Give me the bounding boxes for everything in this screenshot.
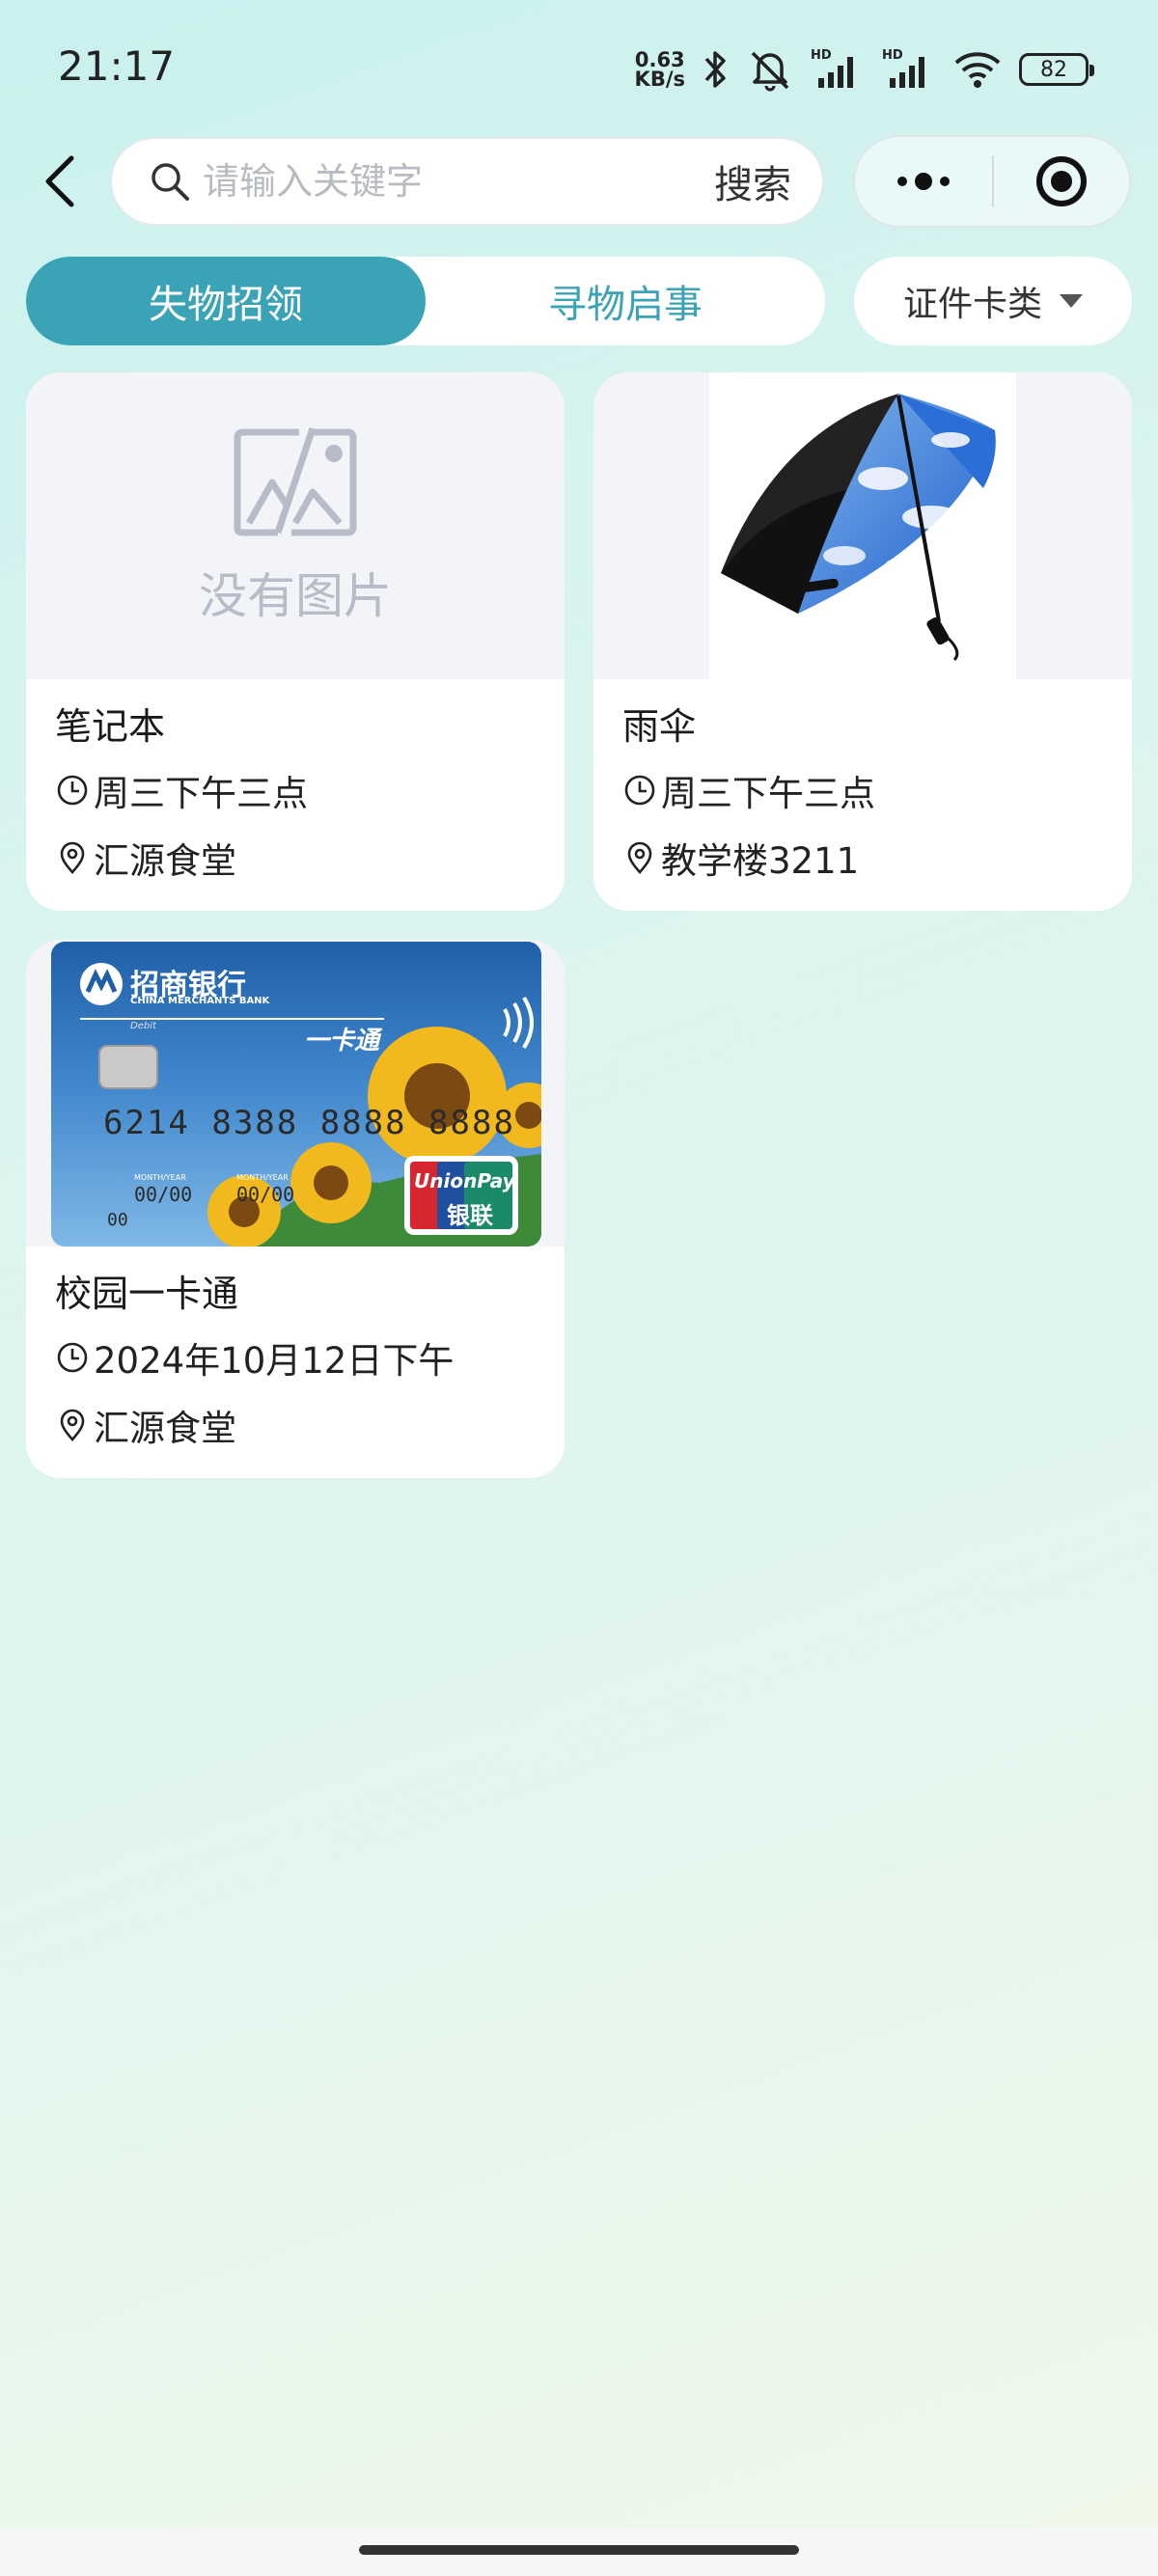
item-time: 周三下午三点 xyxy=(661,773,875,814)
search-bar[interactable]: 搜索 xyxy=(110,137,824,226)
unionpay-logo-cn: 银联 xyxy=(447,1202,493,1229)
item-title: 雨伞 xyxy=(622,705,697,748)
item-title: 笔记本 xyxy=(55,705,166,748)
item-image-placeholder: 没有图片 xyxy=(26,372,565,679)
bank-name-en: CHINA MERCHANTS BANK xyxy=(130,996,270,1006)
item-location-row: 教学楼3211 xyxy=(622,824,1103,891)
tab-lost-item-notice[interactable]: 寻物启事 xyxy=(426,257,825,345)
chevron-left-icon xyxy=(45,155,74,207)
valid-date-1: 00/00 xyxy=(134,1183,193,1206)
more-button[interactable] xyxy=(855,137,992,226)
valid-label-1: MONTH/YEAR xyxy=(134,1173,186,1182)
svg-text:HD: HD xyxy=(882,48,903,63)
location-pin-icon xyxy=(627,841,652,874)
category-selected: 证件卡类 xyxy=(902,285,1042,324)
svg-text:HD: HD xyxy=(811,48,832,63)
item-location-row: 汇源食堂 xyxy=(55,1391,536,1459)
item-image xyxy=(593,372,1132,679)
status-time: 21:17 xyxy=(58,42,176,90)
item-time-row: 周三下午三点 xyxy=(55,756,536,824)
item-location: 汇源食堂 xyxy=(94,840,236,882)
network-speed: 0.63 KB/s xyxy=(634,48,685,91)
battery-indicator: 82 xyxy=(1019,53,1094,86)
no-image-icon xyxy=(234,426,357,536)
item-location: 汇源食堂 xyxy=(94,1408,236,1449)
bluetooth-icon xyxy=(704,51,726,88)
clock-icon xyxy=(57,775,88,806)
network-speed-unit: KB/s xyxy=(634,68,685,91)
more-dot-icon xyxy=(897,177,907,186)
mini-program-capsule xyxy=(853,135,1131,228)
more-dot-icon xyxy=(915,173,932,190)
mute-bell-icon xyxy=(751,51,789,92)
item-time: 2024年10月12日下午 xyxy=(94,1340,455,1382)
network-speed-value: 0.63 xyxy=(634,48,685,71)
close-mini-program-button[interactable] xyxy=(994,137,1129,226)
unionpay-logo-en: UnionPay xyxy=(414,1169,515,1192)
valid-label-2: MONTH/YEAR xyxy=(236,1173,289,1182)
umbrella-image xyxy=(721,394,996,662)
item-title: 校园一卡通 xyxy=(55,1273,239,1315)
item-time: 周三下午三点 xyxy=(94,773,308,814)
tab-bar: 失物招领 寻物启事 xyxy=(26,257,825,345)
back-button[interactable] xyxy=(37,154,83,208)
card-title: 一卡通 xyxy=(304,1027,380,1055)
target-icon xyxy=(1035,156,1087,206)
item-card[interactable]: 没有图片 笔记本 周三下午三点 汇源食堂 xyxy=(26,372,565,911)
item-location: 教学楼3211 xyxy=(661,840,860,882)
search-icon xyxy=(152,163,189,201)
location-pin-icon xyxy=(60,1409,85,1441)
caret-down-icon xyxy=(1060,294,1083,308)
no-image-text: 没有图片 xyxy=(199,568,392,624)
home-indicator[interactable] xyxy=(359,2545,799,2555)
clock-icon xyxy=(624,775,655,806)
item-time-row: 周三下午三点 xyxy=(622,756,1103,824)
valid-date-2: 00/00 xyxy=(236,1183,295,1206)
status-bar: 21:17 0.63 KB/s HD HD 82 xyxy=(0,0,1158,135)
card-debit-label: Debit xyxy=(130,1021,156,1031)
bank-card-image: 招商银行 CHINA MERCHANTS BANK Debit 一卡通 6214… xyxy=(51,942,541,1247)
card-cvv: 00 xyxy=(107,1210,128,1230)
category-dropdown[interactable]: 证件卡类 xyxy=(854,257,1132,345)
item-time-row: 2024年10月12日下午 xyxy=(55,1324,536,1391)
wifi-icon xyxy=(954,52,1001,88)
search-input[interactable] xyxy=(203,160,714,203)
item-card[interactable]: 招商银行 CHINA MERCHANTS BANK Debit 一卡通 6214… xyxy=(26,940,565,1478)
item-location-row: 汇源食堂 xyxy=(55,824,536,891)
search-button[interactable]: 搜索 xyxy=(714,153,791,209)
item-image: 招商银行 CHINA MERCHANTS BANK Debit 一卡通 6214… xyxy=(26,940,565,1247)
status-icons: 0.63 KB/s HD HD 82 xyxy=(634,42,1094,96)
more-dot-icon xyxy=(940,177,950,186)
signal-hd-1-icon: HD xyxy=(811,48,853,88)
clock-icon xyxy=(57,1342,88,1373)
item-card[interactable]: 雨伞 周三下午三点 教学楼3211 xyxy=(593,372,1132,911)
location-pin-icon xyxy=(60,841,85,874)
tab-lost-and-found[interactable]: 失物招领 xyxy=(26,257,426,345)
card-number: 6214 8388 8888 8888 xyxy=(103,1104,515,1142)
signal-hd-2-icon: HD xyxy=(882,48,924,88)
